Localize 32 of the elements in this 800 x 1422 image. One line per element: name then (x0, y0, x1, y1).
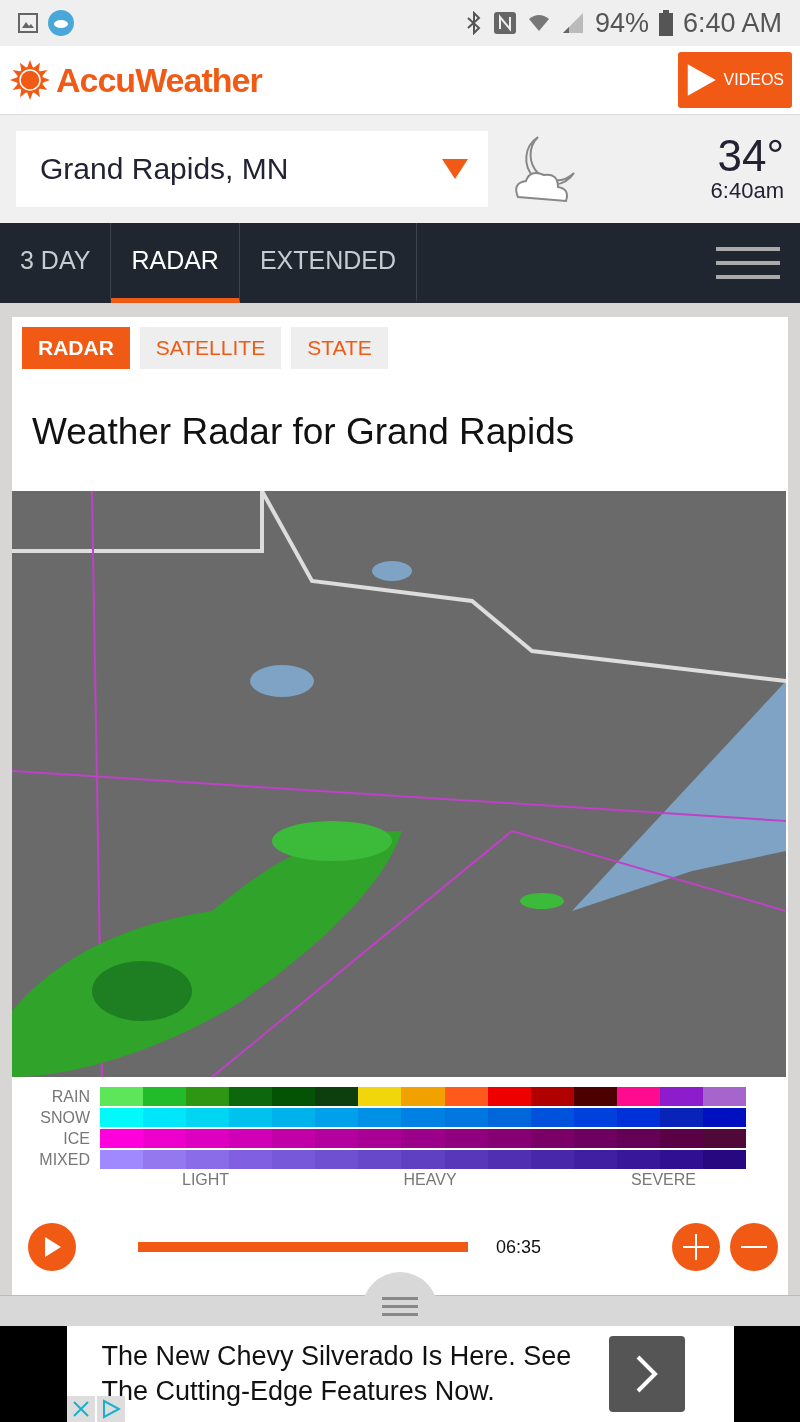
nfc-icon (492, 11, 517, 35)
image-icon (18, 13, 38, 33)
ad-arrow-button[interactable] (608, 1336, 685, 1412)
sun-icon (10, 60, 50, 100)
chevron-right-icon (634, 1354, 659, 1394)
dropdown-caret-icon (442, 159, 468, 179)
battery-icon (658, 10, 673, 36)
clock: 6:40 AM (682, 7, 782, 39)
intensity-label: LIGHT (182, 1171, 230, 1189)
play-button[interactable] (28, 1223, 76, 1271)
close-icon (71, 1400, 90, 1418)
menu-icon[interactable] (716, 247, 780, 279)
page-title: Weather Radar for Grand Rapids (32, 411, 576, 453)
location-dropdown[interactable]: Grand Rapids, MN (16, 131, 488, 207)
legend-label: MIXED (38, 1150, 90, 1169)
zoom-out-button[interactable] (730, 1223, 778, 1271)
legend-label: RAIN (50, 1087, 90, 1106)
battery-percent: 94% (594, 7, 649, 39)
close-button[interactable] (66, 1396, 95, 1422)
legend-label: ICE (62, 1129, 90, 1148)
intensity-label: HEAVY (403, 1171, 457, 1189)
observation-time: 6:40am (710, 178, 784, 204)
play-icon (43, 1237, 61, 1257)
ad-choices-icon (100, 1399, 121, 1419)
minus-icon (741, 1245, 767, 1249)
zoom-in-button[interactable] (672, 1223, 720, 1271)
plus-icon (683, 1234, 709, 1260)
temperature: 34° (717, 134, 784, 178)
legend-label: SNOW (39, 1108, 90, 1127)
frame-time: 06:35 (496, 1236, 542, 1258)
intensity-label: SEVERE (631, 1171, 696, 1189)
cloud-icon (48, 10, 74, 36)
